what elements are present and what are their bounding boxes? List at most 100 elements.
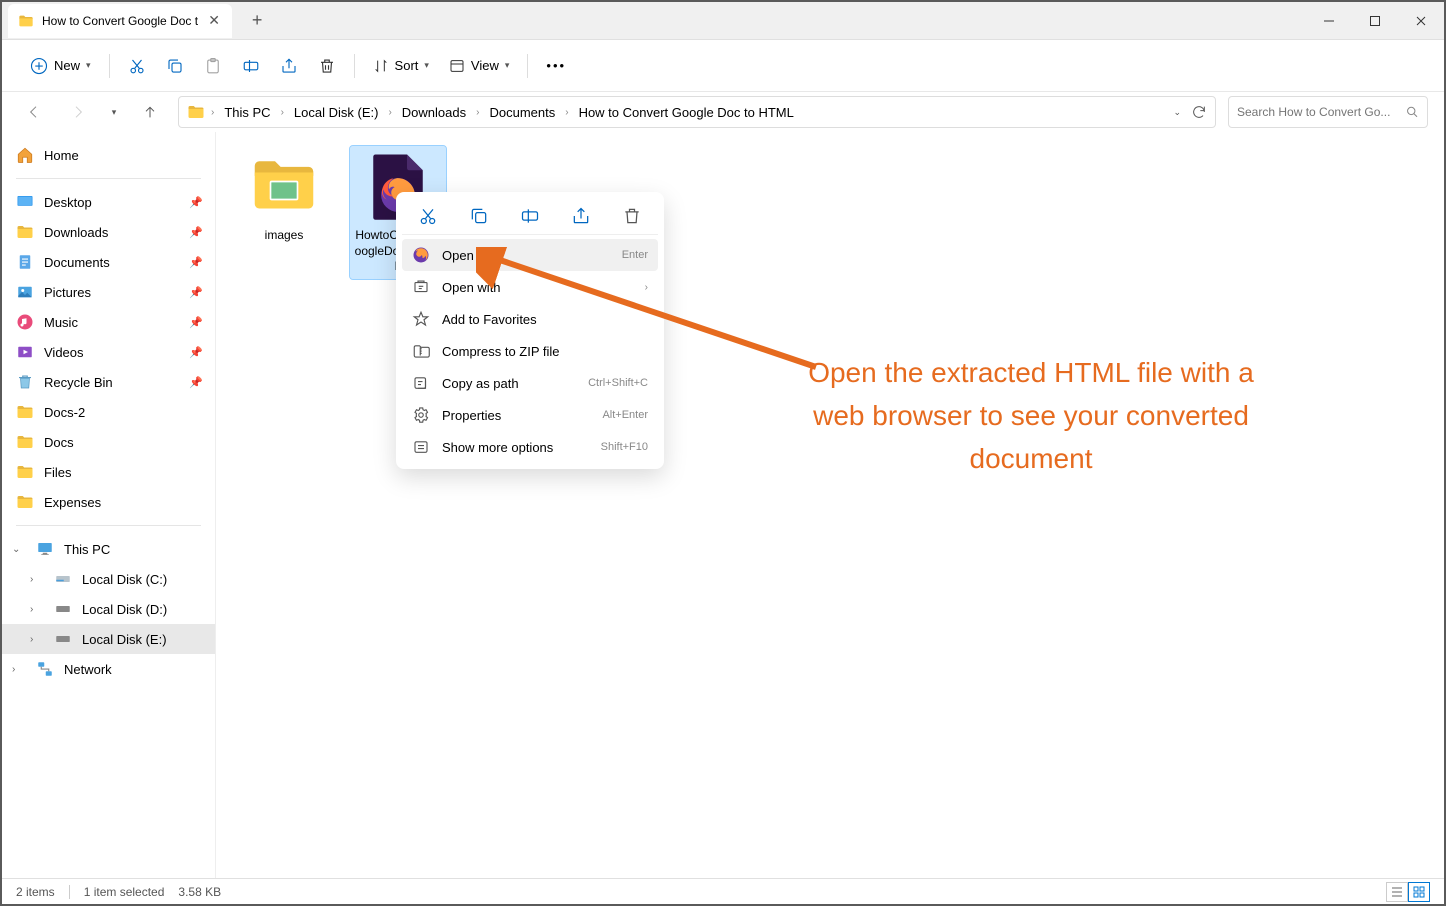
back-button[interactable] <box>18 96 50 128</box>
sidebar-item-folder[interactable]: Files <box>2 457 215 487</box>
breadcrumb-item[interactable]: Documents <box>485 103 559 122</box>
cut-icon <box>128 57 146 75</box>
sidebar-item-folder[interactable]: Docs <box>2 427 215 457</box>
arrow-up-icon <box>142 104 158 120</box>
paste-icon <box>204 57 222 75</box>
details-view-button[interactable] <box>1386 882 1408 902</box>
sidebar-item-downloads[interactable]: Downloads 📌 <box>2 217 215 247</box>
rename-icon[interactable] <box>520 206 540 226</box>
copy-button[interactable] <box>158 49 192 83</box>
maximize-button[interactable] <box>1352 2 1398 40</box>
paste-button[interactable] <box>196 49 230 83</box>
view-button[interactable]: View ▾ <box>441 49 517 83</box>
breadcrumb-item[interactable]: Downloads <box>398 103 470 122</box>
sidebar-item-folder[interactable]: Docs-2 <box>2 397 215 427</box>
share-icon[interactable] <box>571 206 591 226</box>
sidebar-home[interactable]: Home <box>2 140 215 170</box>
sidebar-item-pictures[interactable]: Pictures 📌 <box>2 277 215 307</box>
window-controls <box>1306 2 1444 40</box>
folder-icon <box>16 433 34 451</box>
context-label: Properties <box>442 408 590 423</box>
sidebar-item-music[interactable]: Music 📌 <box>2 307 215 337</box>
sort-button[interactable]: Sort ▾ <box>365 49 437 83</box>
file-folder-images[interactable]: images <box>236 146 332 248</box>
expand-icon[interactable]: › <box>30 574 44 585</box>
more-button[interactable]: ••• <box>538 49 574 83</box>
folder-icon <box>248 150 320 222</box>
sidebar-item-documents[interactable]: Documents 📌 <box>2 247 215 277</box>
sidebar-drive-c[interactable]: › Local Disk (C:) <box>2 564 215 594</box>
context-label: Show more options <box>442 440 589 455</box>
search-input[interactable] <box>1237 105 1400 119</box>
arrow-right-icon <box>70 104 86 120</box>
copypath-icon <box>412 374 430 392</box>
view-label: View <box>471 58 499 73</box>
network-icon <box>36 660 54 678</box>
context-more[interactable]: Show more options Shift+F10 <box>402 431 658 463</box>
search-box[interactable] <box>1228 96 1428 128</box>
rename-button[interactable] <box>234 49 268 83</box>
shortcut: Ctrl+Shift+C <box>588 377 648 389</box>
folder-icon <box>16 223 34 241</box>
window-tab[interactable]: How to Convert Google Doc t ✕ <box>8 4 232 38</box>
delete-button[interactable] <box>310 49 344 83</box>
breadcrumb-item[interactable]: This PC <box>220 103 274 122</box>
sidebar-network[interactable]: › Network <box>2 654 215 684</box>
context-properties[interactable]: Properties Alt+Enter <box>402 399 658 431</box>
chevron-right-icon: › <box>209 107 216 118</box>
breadcrumb[interactable]: › This PC › Local Disk (E:) › Downloads … <box>178 96 1216 128</box>
recent-button[interactable]: ▾ <box>106 96 122 128</box>
sidebar-item-recycle[interactable]: Recycle Bin 📌 <box>2 367 215 397</box>
chevron-down-icon[interactable]: ⌄ <box>1173 107 1181 118</box>
sidebar-item-folder[interactable]: Expenses <box>2 487 215 517</box>
folder-icon <box>16 493 34 511</box>
thumbnails-view-button[interactable] <box>1408 882 1430 902</box>
close-window-button[interactable] <box>1398 2 1444 40</box>
videos-icon <box>16 343 34 361</box>
titlebar: How to Convert Google Doc t ✕ + <box>2 2 1444 40</box>
drive-icon <box>54 630 72 648</box>
file-label: images <box>265 228 304 244</box>
delete-icon <box>318 57 336 75</box>
refresh-icon[interactable] <box>1191 104 1207 120</box>
expand-icon[interactable]: › <box>12 664 26 675</box>
monitor-icon <box>36 540 54 558</box>
sidebar-label: Docs <box>44 435 74 450</box>
expand-icon[interactable]: › <box>30 634 44 645</box>
chevron-down-icon: ▾ <box>112 107 117 118</box>
pin-icon: 📌 <box>189 316 203 329</box>
collapse-icon[interactable]: ⌄ <box>12 544 26 555</box>
shortcut: Alt+Enter <box>602 409 648 421</box>
rename-icon <box>242 57 260 75</box>
expand-icon[interactable]: › <box>30 604 44 615</box>
pin-icon: 📌 <box>189 376 203 389</box>
breadcrumb-item[interactable]: How to Convert Google Doc to HTML <box>575 103 798 122</box>
minimize-button[interactable] <box>1306 2 1352 40</box>
sidebar-label: Downloads <box>44 225 108 240</box>
copy-icon[interactable] <box>469 206 489 226</box>
cut-icon[interactable] <box>418 206 438 226</box>
sidebar-drive-e[interactable]: › Local Disk (E:) <box>2 624 215 654</box>
sidebar-drive-d[interactable]: › Local Disk (D:) <box>2 594 215 624</box>
main: Home Desktop 📌 Downloads 📌 Documents 📌 P… <box>2 132 1444 878</box>
share-button[interactable] <box>272 49 306 83</box>
sidebar-label: Network <box>64 662 112 677</box>
chevron-right-icon: › <box>386 107 393 118</box>
sidebar-label: Music <box>44 315 78 330</box>
pictures-icon <box>16 283 34 301</box>
separator <box>109 54 110 78</box>
file-list[interactable]: images HowtoConvertGoogleDoctoHTML <box>216 132 1444 878</box>
up-button[interactable] <box>134 96 166 128</box>
sidebar-item-videos[interactable]: Videos 📌 <box>2 337 215 367</box>
openwith-icon <box>412 278 430 296</box>
delete-icon[interactable] <box>622 206 642 226</box>
tab-close-button[interactable]: ✕ <box>206 13 222 29</box>
sidebar-item-desktop[interactable]: Desktop 📌 <box>2 187 215 217</box>
forward-button[interactable] <box>62 96 94 128</box>
breadcrumb-item[interactable]: Local Disk (E:) <box>290 103 383 122</box>
chevron-right-icon: › <box>563 107 570 118</box>
cut-button[interactable] <box>120 49 154 83</box>
new-button[interactable]: New ▾ <box>22 49 99 83</box>
new-tab-button[interactable]: + <box>242 6 272 36</box>
sidebar-thispc[interactable]: ⌄ This PC <box>2 534 215 564</box>
